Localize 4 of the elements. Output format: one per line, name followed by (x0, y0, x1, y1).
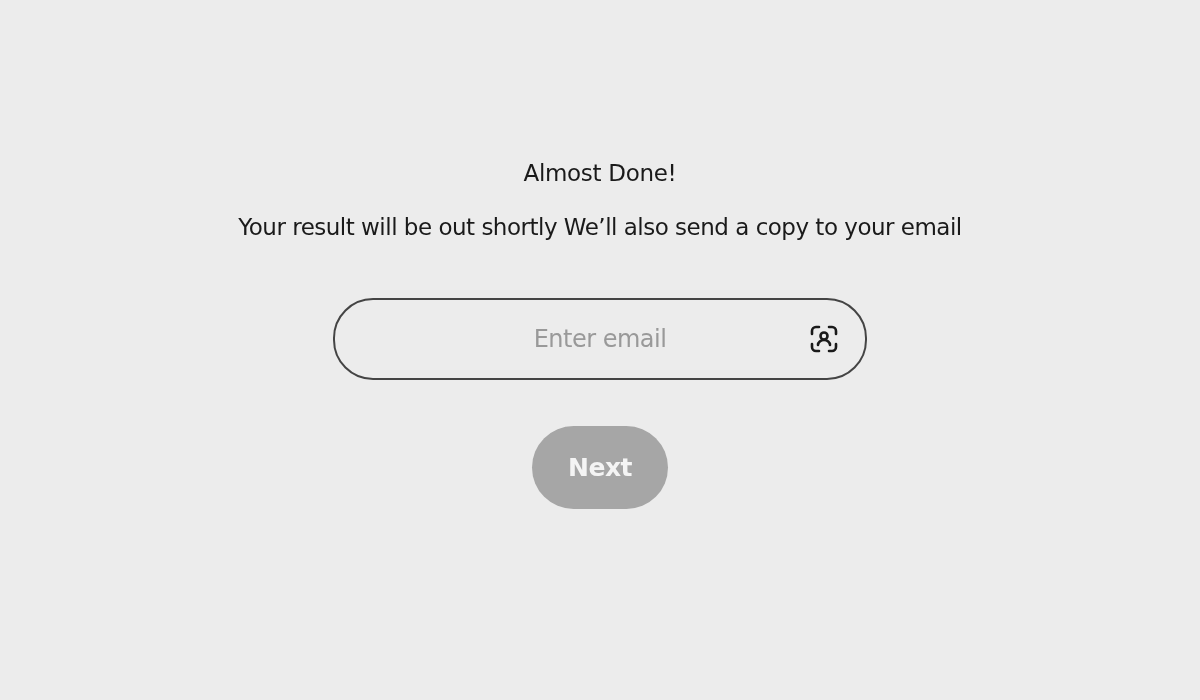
email-field[interactable]: Enter email (333, 298, 867, 380)
face-scan-icon[interactable] (809, 324, 839, 354)
message: Your result will be out shortly We’ll also send a copy to your email (238, 213, 962, 242)
heading: Almost Done! (523, 159, 677, 188)
